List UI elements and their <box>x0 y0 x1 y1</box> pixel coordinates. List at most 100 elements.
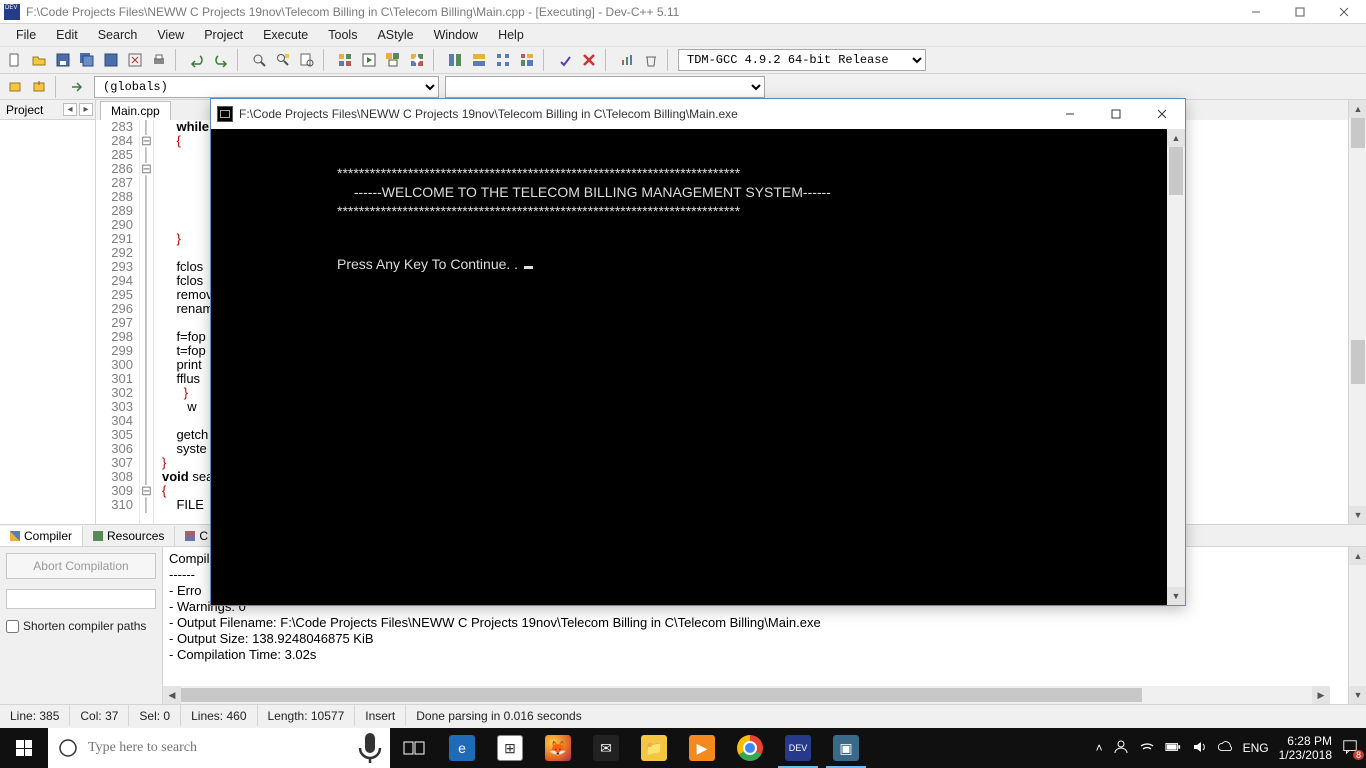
search-input[interactable] <box>88 740 350 756</box>
new-file-button[interactable] <box>4 49 26 71</box>
menu-help[interactable]: Help <box>488 25 534 45</box>
find-button[interactable] <box>248 49 270 71</box>
menu-search[interactable]: Search <box>88 25 148 45</box>
status-lines: Lines: 460 <box>181 705 257 726</box>
ide-titlebar: F:\Code Projects Files\NEWW C Projects 1… <box>0 0 1366 24</box>
mic-icon[interactable] <box>350 728 390 768</box>
abort-compilation-button[interactable]: Abort Compilation <box>6 553 156 579</box>
project-options-button[interactable] <box>468 49 490 71</box>
ide-maximize-button[interactable] <box>1278 0 1322 24</box>
app-chrome[interactable] <box>726 728 774 768</box>
project-nav-next[interactable]: ▸ <box>79 103 93 116</box>
compile-run-button[interactable] <box>382 49 404 71</box>
fold-column[interactable]: │ ⊟ │ ⊟ │ │ │ │ │ │ │ │ │ │ │ │ │ │ │ │ … <box>140 120 154 524</box>
menu-tools[interactable]: Tools <box>318 25 367 45</box>
replace-button[interactable] <box>272 49 294 71</box>
bookmark-button[interactable] <box>4 76 26 98</box>
console-icon <box>217 106 233 122</box>
debug-button[interactable] <box>554 49 576 71</box>
app-explorer[interactable]: 📁 <box>630 728 678 768</box>
output-vscrollbar[interactable]: ▲▼ <box>1348 547 1366 704</box>
onedrive-icon[interactable] <box>1217 739 1233 758</box>
console-vscrollbar[interactable]: ▲▼ <box>1167 129 1185 605</box>
open-file-button[interactable] <box>28 49 50 71</box>
menu-execute[interactable]: Execute <box>253 25 318 45</box>
editor-tab[interactable]: Main.cpp <box>100 101 171 120</box>
app-devcpp[interactable]: DEV <box>774 728 822 768</box>
toolbar-scope: (globals) <box>0 74 1366 100</box>
goto-button[interactable] <box>66 76 88 98</box>
new-project-button[interactable] <box>444 49 466 71</box>
save-button[interactable] <box>52 49 74 71</box>
project-tree[interactable] <box>0 120 95 524</box>
ide-minimize-button[interactable] <box>1234 0 1278 24</box>
task-view-button[interactable] <box>390 728 438 768</box>
print-button[interactable] <box>148 49 170 71</box>
member-select[interactable] <box>445 76 765 98</box>
ide-title: F:\Code Projects Files\NEWW C Projects 1… <box>26 5 1234 19</box>
close-file-button[interactable] <box>124 49 146 71</box>
scope-select[interactable]: (globals) <box>94 76 439 98</box>
console-minimize-button[interactable] <box>1047 99 1093 129</box>
menu-astyle[interactable]: AStyle <box>367 25 423 45</box>
menu-file[interactable]: File <box>6 25 46 45</box>
rebuild-button[interactable] <box>406 49 428 71</box>
class-browser-button[interactable] <box>492 49 514 71</box>
battery-icon[interactable] <box>1165 739 1181 758</box>
app-store[interactable]: ⊞ <box>486 728 534 768</box>
console-maximize-button[interactable] <box>1093 99 1139 129</box>
status-bar: Line: 385 Col: 37 Sel: 0 Lines: 460 Leng… <box>0 704 1366 726</box>
cortana-icon <box>48 738 88 758</box>
app-edge[interactable]: e <box>438 728 486 768</box>
compile-button[interactable] <box>334 49 356 71</box>
start-button[interactable] <box>0 728 48 768</box>
menu-edit[interactable]: Edit <box>46 25 88 45</box>
tray-clock[interactable]: 6:28 PM 1/23/2018 <box>1279 734 1332 762</box>
status-length: Length: 10577 <box>258 705 356 726</box>
console-body[interactable]: ****************************************… <box>211 129 1185 605</box>
run-button[interactable] <box>358 49 380 71</box>
app-firefox[interactable]: 🦊 <box>534 728 582 768</box>
action-center-icon[interactable]: 8 <box>1342 739 1360 757</box>
find-in-files-button[interactable] <box>296 49 318 71</box>
windows-logo-icon <box>16 740 32 756</box>
save-all-button[interactable] <box>76 49 98 71</box>
shorten-paths-checkbox[interactable]: Shorten compiler paths <box>6 619 156 633</box>
app-media-player[interactable]: ▶ <box>678 728 726 768</box>
stop-debug-button[interactable] <box>578 49 600 71</box>
project-nav-prev[interactable]: ◂ <box>63 103 77 116</box>
compiler-select[interactable]: TDM-GCC 4.9.2 64-bit Release <box>678 49 926 71</box>
volume-icon[interactable] <box>1191 739 1207 758</box>
language-indicator[interactable]: ENG <box>1243 741 1269 755</box>
save-as-button[interactable] <box>100 49 122 71</box>
cursor-icon <box>524 266 533 269</box>
menu-project[interactable]: Project <box>194 25 253 45</box>
trash-button[interactable] <box>640 49 662 71</box>
undo-button[interactable] <box>186 49 208 71</box>
line-gutter: 283 284 285 286 287 288 289 290 291 292 … <box>96 120 140 524</box>
ide-close-button[interactable] <box>1322 0 1366 24</box>
tab-compiler[interactable]: Compiler <box>0 526 83 546</box>
people-icon[interactable] <box>1113 739 1129 758</box>
app-console[interactable]: ▣ <box>822 728 870 768</box>
profile-button[interactable] <box>616 49 638 71</box>
panel-layout-button[interactable] <box>516 49 538 71</box>
redo-button[interactable] <box>210 49 232 71</box>
tab-resources[interactable]: Resources <box>83 526 175 546</box>
console-close-button[interactable] <box>1139 99 1185 129</box>
compile-progress <box>6 589 156 609</box>
app-mail[interactable]: ✉ <box>582 728 630 768</box>
wifi-icon[interactable] <box>1139 739 1155 758</box>
taskbar-search[interactable] <box>48 728 390 768</box>
editor-vscrollbar[interactable]: ▲ ▼ <box>1348 100 1366 524</box>
console-titlebar[interactable]: F:\Code Projects Files\NEWW C Projects 1… <box>211 99 1185 129</box>
menu-window[interactable]: Window <box>424 25 488 45</box>
goto-bookmark-button[interactable] <box>28 76 50 98</box>
tray-chevron-icon[interactable]: ˄ <box>1096 741 1103 755</box>
windows-taskbar: e ⊞ 🦊 ✉ 📁 ▶ DEV ▣ ˄ ENG 6:28 PM 1/23/201… <box>0 728 1366 768</box>
console-window: F:\Code Projects Files\NEWW C Projects 1… <box>210 98 1186 606</box>
status-message: Done parsing in 0.016 seconds <box>406 705 1366 726</box>
output-hscrollbar[interactable]: ◀▶ <box>163 686 1330 704</box>
toolbar-main: TDM-GCC 4.9.2 64-bit Release <box>0 46 1366 74</box>
menu-view[interactable]: View <box>147 25 194 45</box>
